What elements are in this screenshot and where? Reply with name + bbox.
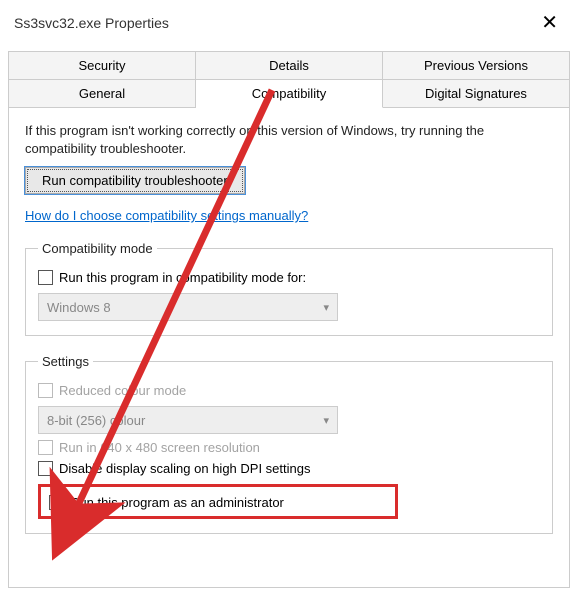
run-as-admin-label: Run this program as an administrator: [70, 495, 284, 510]
manual-settings-link[interactable]: How do I choose compatibility settings m…: [25, 208, 308, 223]
tabs-container: Security Details Previous Versions Gener…: [8, 51, 570, 108]
highlight-annotation: Run this program as an administrator: [38, 484, 398, 519]
run-as-admin-checkbox[interactable]: [49, 495, 64, 510]
chevron-down-icon: ▾: [323, 301, 329, 314]
low-res-label: Run in 640 x 480 screen resolution: [59, 440, 260, 455]
compat-mode-label: Run this program in compatibility mode f…: [59, 270, 306, 285]
compatibility-mode-group: Compatibility mode Run this program in c…: [25, 241, 553, 336]
compatibility-panel: If this program isn't working correctly …: [8, 108, 570, 588]
settings-legend: Settings: [38, 354, 93, 369]
compat-mode-checkbox[interactable]: [38, 270, 53, 285]
tab-general[interactable]: General: [8, 80, 196, 108]
compat-mode-select-value: Windows 8: [47, 300, 111, 315]
intro-text: If this program isn't working correctly …: [25, 122, 553, 157]
chevron-down-icon: ▾: [323, 414, 329, 427]
tab-security[interactable]: Security: [8, 51, 196, 80]
low-res-checkbox: [38, 440, 53, 455]
disable-dpi-label: Disable display scaling on high DPI sett…: [59, 461, 310, 476]
tab-digital-signatures[interactable]: Digital Signatures: [383, 80, 570, 108]
compat-mode-select[interactable]: Windows 8 ▾: [38, 293, 338, 321]
colour-mode-select: 8-bit (256) colour ▾: [38, 406, 338, 434]
tab-compatibility[interactable]: Compatibility: [196, 80, 383, 108]
reduced-colour-label: Reduced colour mode: [59, 383, 186, 398]
settings-group: Settings Reduced colour mode 8-bit (256)…: [25, 354, 553, 534]
disable-dpi-checkbox[interactable]: [38, 461, 53, 476]
compatibility-mode-legend: Compatibility mode: [38, 241, 157, 256]
reduced-colour-checkbox: [38, 383, 53, 398]
colour-mode-select-value: 8-bit (256) colour: [47, 413, 145, 428]
run-troubleshooter-button[interactable]: Run compatibility troubleshooter: [25, 167, 245, 194]
window-title: Ss3svc32.exe Properties: [14, 15, 169, 31]
checkmark-icon: [51, 497, 62, 508]
close-icon[interactable]: ✕: [535, 10, 564, 35]
tab-previous-versions[interactable]: Previous Versions: [383, 51, 570, 80]
tab-details[interactable]: Details: [196, 51, 383, 80]
